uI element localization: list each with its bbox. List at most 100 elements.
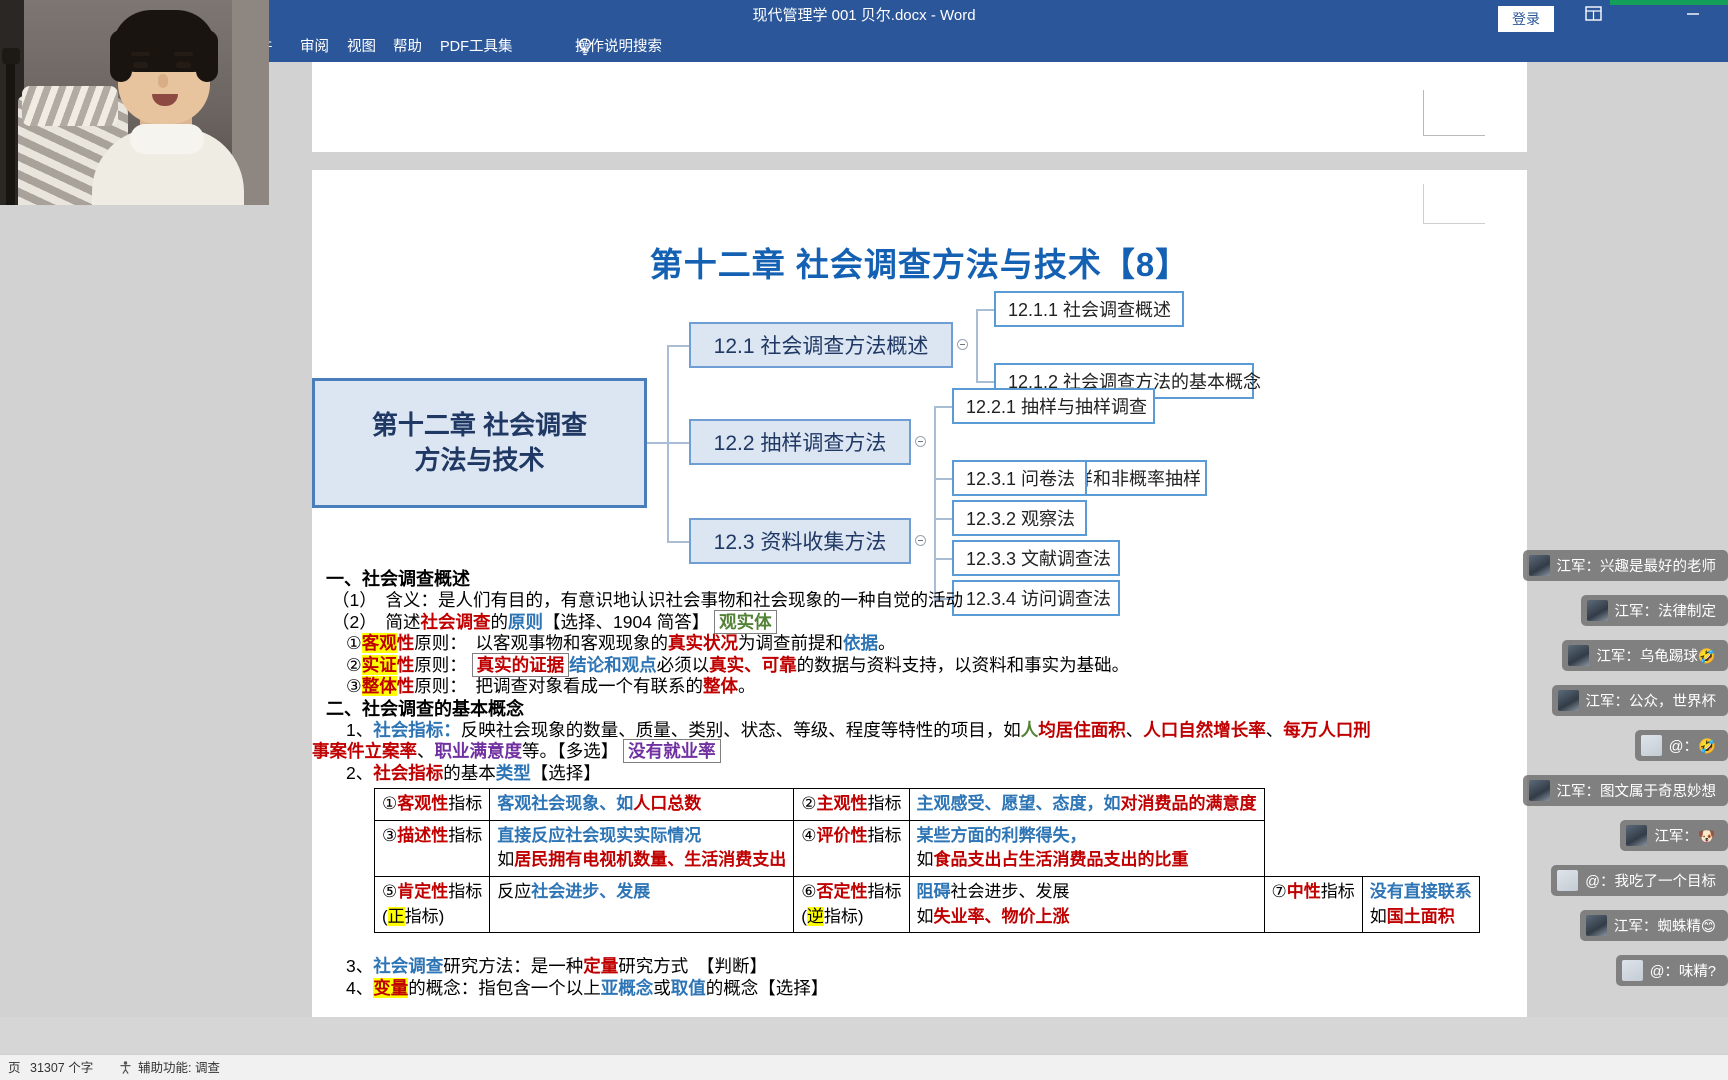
word-app-window: 现代管理学 001 贝尔.docx - Word 登录 件 审阅 视图 帮助 P… <box>0 0 1728 1080</box>
chat-message[interactable]: 江军：🐶 <box>1620 820 1728 851</box>
c6d-a: 阻碍 <box>916 881 951 901</box>
minimize-icon[interactable] <box>1680 6 1706 28</box>
p21-e5: 、 <box>1265 719 1284 740</box>
c4-tail: 指标 <box>867 825 902 845</box>
avatar <box>1557 690 1579 711</box>
p23-b: 的基本 <box>443 762 496 783</box>
item3-c: 整体 <box>702 676 738 696</box>
status-accessibility[interactable]: 辅助功能: 调查 <box>138 1055 220 1080</box>
chat-message[interactable]: @：味精? <box>1615 955 1728 986</box>
ribbon-display-options-icon[interactable] <box>1580 6 1606 28</box>
chat-message[interactable]: 江军：兴趣是最好的老师 <box>1522 550 1728 581</box>
chat-message[interactable]: 江军：法律制定 <box>1580 595 1728 626</box>
item3-number: ③ <box>346 676 362 696</box>
chat-message[interactable]: @：🤣 <box>1634 730 1728 761</box>
webcam-stand-pole <box>6 60 15 205</box>
connector-12-3-3 <box>934 558 952 560</box>
avatar <box>1528 780 1550 801</box>
c6-subtail: 指标) <box>823 906 864 926</box>
webcam-stand-head <box>2 48 20 64</box>
c4-term: 评价性 <box>816 825 868 845</box>
cell-desc-6: 阻碍社会进步、发展 如失业率、物价上涨 <box>908 875 1265 934</box>
c6-num: ⑥ <box>801 881 817 901</box>
p21-e3: 、 <box>1125 719 1144 740</box>
login-button[interactable]: 登录 <box>1498 6 1554 32</box>
avatar <box>1585 915 1607 936</box>
c5d-b: 社会进步、发展 <box>531 881 651 901</box>
c7-term: 中性 <box>1286 881 1321 901</box>
webcam-video-overlay[interactable] <box>0 0 269 205</box>
menu-tab-pdf-tools[interactable]: PDF工具集 <box>440 32 513 62</box>
collapse-toggle-12-2[interactable] <box>915 436 926 447</box>
p4-d: 亚概念 <box>600 977 654 998</box>
p3-d: 定量 <box>583 956 619 976</box>
c6-line2: (逆指标) <box>801 905 901 930</box>
tell-me-search[interactable]: 操作说明搜索 <box>575 32 662 62</box>
status-page-label[interactable]: 页 <box>8 1055 21 1080</box>
chat-message[interactable]: 江军：公众，世界杯 <box>1551 685 1728 716</box>
status-bar: 页 31307 个字 辅助功能: 调查 <box>0 1054 1728 1080</box>
c5-open: ( <box>382 906 388 926</box>
para-1-2-prefix: （2） 简述 <box>332 611 421 632</box>
connector-12-2-spine <box>934 406 936 478</box>
collapse-toggle-12-3[interactable] <box>915 535 926 546</box>
chat-message-text: 江军：图文属于奇思妙想 <box>1556 784 1717 800</box>
chat-message-text: @：我吃了一个目标 <box>1585 874 1716 890</box>
cell-desc-1: 客观社会现象、如人口总数 <box>489 788 795 821</box>
c2-tail: 指标 <box>867 794 902 813</box>
webcam-person-brow-left <box>131 52 150 56</box>
p21-e1: 人 <box>1020 719 1039 740</box>
item1-highlight: 客观 <box>361 633 397 653</box>
status-word-count[interactable]: 31307 个字 <box>30 1055 93 1080</box>
chat-message[interactable]: @：我吃了一个目标 <box>1551 865 1728 896</box>
webcam-person-nose <box>158 74 168 88</box>
chat-message[interactable]: 江军：乌龟踢球🤣 <box>1562 640 1728 671</box>
p23-number: 2、 <box>346 762 374 783</box>
item1-d: 为调查前提和 <box>737 633 843 653</box>
item2-e: 真实、可靠 <box>709 654 797 675</box>
avatar <box>1586 600 1608 621</box>
c2-num: ② <box>801 794 817 813</box>
table-row: ③描述性指标 直接反应社会现实实际情况 如居民拥有电视机数量、生活消费支出 ④评… <box>373 819 1480 877</box>
document-page-previous <box>312 62 1527 152</box>
chat-message[interactable]: 江军：图文属于奇思妙想 <box>1522 775 1728 806</box>
collapse-toggle-12-1[interactable] <box>957 339 968 350</box>
table-row: ①客观性指标 客观社会现象、如人口总数 ②主观性指标 主观感受、愿望、态度，如对… <box>373 788 1480 821</box>
chat-message-text: 江军：公众，世界杯 <box>1585 694 1717 710</box>
c2d-a: 主观感受、愿望、态度，如 <box>916 794 1121 813</box>
c6-tail: 指标 <box>867 881 902 901</box>
webcam-person-hair-left <box>110 30 132 82</box>
cell-type-5: ⑤肯定性指标 (正指标) <box>373 875 491 934</box>
item1-f: 。 <box>877 633 896 653</box>
para-1-2-principle: 原则 <box>507 611 543 632</box>
indicator-types-table: ①客观性指标 客观社会现象、如人口总数 ②主观性指标 主观感受、愿望、态度，如对… <box>373 788 1480 934</box>
p21-number: 1、 <box>346 719 374 740</box>
cell-desc-3: 直接反应社会现实实际情况 如居民拥有电视机数量、生活消费支出 <box>489 819 795 877</box>
menu-tab-view[interactable]: 视图 <box>347 32 376 62</box>
table-row: ⑤肯定性指标 (正指标) 反应社会进步、发展 ⑥否定性指标 (逆指标) 阻碍社会… <box>373 875 1480 934</box>
menu-tab-help[interactable]: 帮助 <box>393 32 422 62</box>
chat-message-text: 江军：兴趣是最好的老师 <box>1556 559 1717 575</box>
p4-e: 或 <box>653 977 671 998</box>
c4d-l2a: 如 <box>916 850 934 870</box>
chat-message-text: 江军：乌龟踢球🤣 <box>1596 649 1716 665</box>
avatar <box>1568 645 1590 666</box>
c2d-b: 对消费品的满意度 <box>1120 794 1257 813</box>
chat-message[interactable]: 江军：蜘蛛精😊 <box>1579 910 1728 941</box>
connector-b1 <box>667 345 689 347</box>
connector-12-2-1 <box>934 406 952 408</box>
mindmap-root-line2: 方法与技术 <box>414 445 545 475</box>
item2-a: 性 <box>396 654 415 675</box>
c5-term: 肯定性 <box>397 881 449 901</box>
menu-tab-review[interactable]: 审阅 <box>300 32 329 62</box>
page-title: 第十二章 社会调查方法与技术【8】 <box>649 246 1190 283</box>
c3d-l2b: 居民拥有电视机数量、生活消费支出 <box>514 850 787 870</box>
chat-message-text: 江军：法律制定 <box>1614 604 1717 620</box>
para-1-1-text: （1） 含义：是人们有目的，有意识地认识社会事物和社会现象的一种自觉的活动 <box>332 590 963 610</box>
connector-trunk <box>647 442 667 444</box>
c6d-d: 失业率、物价上涨 <box>933 906 1070 926</box>
cell-type-3: ③描述性指标 <box>373 819 491 877</box>
p4-number: 4、 <box>346 977 374 998</box>
c4-num: ④ <box>801 825 817 845</box>
cell-type-4: ④评价性指标 <box>793 819 910 877</box>
